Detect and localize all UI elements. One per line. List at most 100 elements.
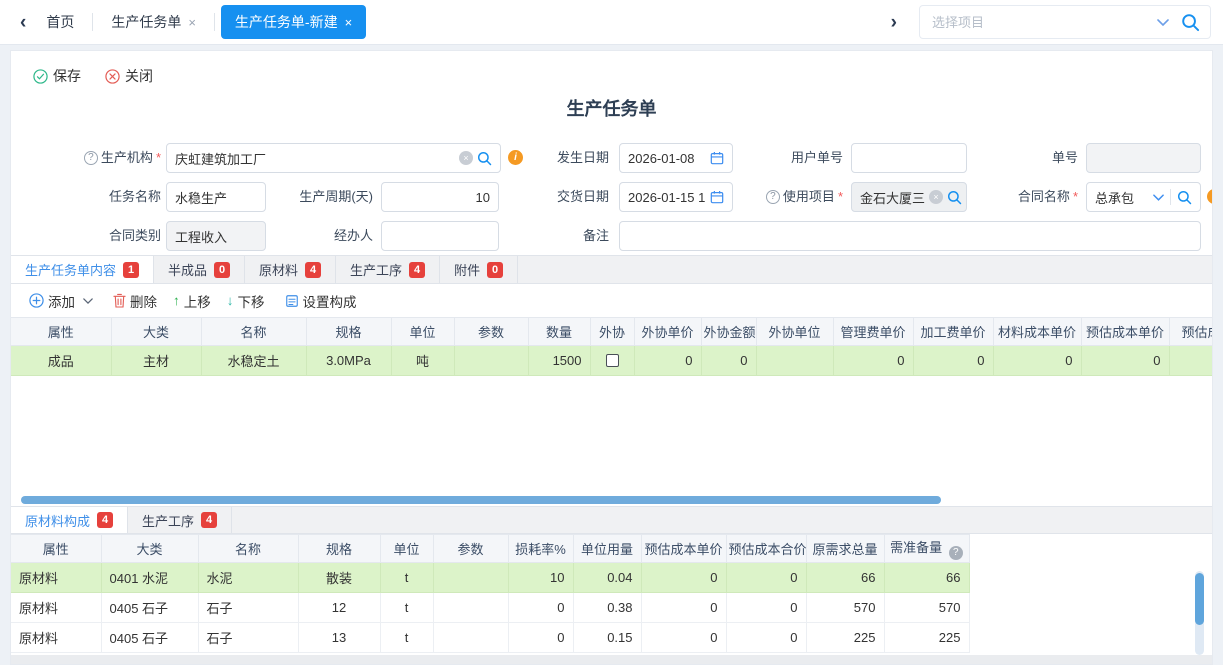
header-row: 属性 大类 名称 规格 单位 参数 数量 外协 外协单价 外协金额 外协单位 管… bbox=[11, 318, 1213, 346]
chevron-down-icon[interactable] bbox=[83, 298, 93, 304]
org-input[interactable] bbox=[175, 151, 455, 166]
task-name-field[interactable] bbox=[166, 182, 266, 212]
chevron-down-icon[interactable] bbox=[1157, 19, 1169, 26]
tab-task-content[interactable]: 生产任务单内容 1 bbox=[11, 256, 154, 283]
tab-production-task-new[interactable]: 生产任务单-新建 × bbox=[221, 5, 366, 39]
contract-name-field[interactable]: 总承包 bbox=[1086, 182, 1201, 212]
cell: 0 bbox=[641, 593, 726, 623]
col-header[interactable]: 外协 bbox=[590, 318, 634, 346]
cell: 225 bbox=[806, 623, 884, 653]
col-header[interactable]: 名称 bbox=[201, 318, 306, 346]
col-header[interactable]: 属性 bbox=[11, 535, 101, 563]
col-header[interactable]: 参数 bbox=[433, 535, 508, 563]
col-header[interactable]: 材料成本单价 bbox=[993, 318, 1081, 346]
help-icon[interactable]: ? bbox=[766, 190, 780, 204]
issue-date-input[interactable] bbox=[628, 151, 706, 166]
chevron-down-icon[interactable] bbox=[1153, 194, 1164, 201]
col-header[interactable]: 外协单价 bbox=[634, 318, 701, 346]
count-badge: 4 bbox=[305, 262, 321, 278]
tab-production-processes[interactable]: 生产工序 4 bbox=[128, 507, 232, 533]
tab-home[interactable]: 首页 bbox=[34, 5, 86, 39]
user-no-input[interactable] bbox=[860, 151, 958, 166]
outsource-checkbox[interactable] bbox=[606, 354, 619, 367]
col-header[interactable]: 损耗率% bbox=[508, 535, 573, 563]
handler-field[interactable] bbox=[381, 221, 499, 251]
project-select[interactable] bbox=[919, 5, 1211, 39]
page-title: 生产任务单 bbox=[11, 93, 1212, 125]
handler-input[interactable] bbox=[390, 229, 490, 244]
clear-icon[interactable]: × bbox=[929, 190, 943, 204]
col-header[interactable]: 预估成本单价 bbox=[1081, 318, 1169, 346]
table-row[interactable]: 原材料 0405 石子 石子 13 t 0 0.15 0 0 225 225 bbox=[11, 623, 969, 653]
close-icon[interactable]: × bbox=[345, 15, 353, 30]
tab-semi-finished[interactable]: 半成品 0 bbox=[154, 256, 245, 283]
clear-icon[interactable]: × bbox=[459, 151, 473, 165]
info-icon[interactable]: i bbox=[1207, 189, 1213, 204]
bottom-scrollbar-track[interactable] bbox=[11, 655, 1212, 664]
move-up-button[interactable]: ↑ 上移 bbox=[173, 291, 211, 311]
table-row[interactable]: 原材料 0401 水泥 水泥 散装 t 10 0.04 0 0 66 66 bbox=[11, 563, 969, 593]
col-header[interactable]: 加工费单价 bbox=[913, 318, 993, 346]
close-icon[interactable]: × bbox=[188, 15, 196, 30]
cycle-field[interactable] bbox=[381, 182, 499, 212]
save-button[interactable]: 保存 bbox=[29, 66, 81, 86]
col-header[interactable]: 规格 bbox=[306, 318, 391, 346]
search-icon[interactable] bbox=[477, 151, 492, 166]
tab-attachments[interactable]: 附件 0 bbox=[440, 256, 518, 283]
tabs-scroll-left-icon[interactable]: ‹ bbox=[12, 13, 34, 32]
col-header[interactable]: 属性 bbox=[11, 318, 111, 346]
cell: 0 bbox=[641, 623, 726, 653]
col-header[interactable]: 规格 bbox=[298, 535, 380, 563]
tab-raw-material-composition[interactable]: 原材料构成 4 bbox=[11, 507, 128, 533]
issue-date-field[interactable] bbox=[619, 143, 733, 173]
move-down-button[interactable]: ↓ 下移 bbox=[227, 291, 265, 311]
col-header[interactable]: 名称 bbox=[198, 535, 298, 563]
remark-field[interactable] bbox=[619, 221, 1201, 251]
tab-production-task[interactable]: 生产任务单 × bbox=[99, 5, 208, 39]
col-header[interactable]: 预估成本单价 bbox=[641, 535, 726, 563]
col-header[interactable]: 需准备量 ? bbox=[884, 535, 969, 563]
task-name-input[interactable] bbox=[175, 190, 257, 205]
help-icon[interactable]: ? bbox=[84, 151, 98, 165]
horizontal-scrollbar-thumb[interactable] bbox=[21, 496, 941, 504]
cell: 主材 bbox=[111, 346, 201, 376]
org-field[interactable]: × bbox=[166, 143, 501, 173]
col-header[interactable]: 大类 bbox=[111, 318, 201, 346]
col-header[interactable]: 预估成本合 bbox=[1169, 318, 1213, 346]
delete-button[interactable]: 删除 bbox=[109, 291, 157, 311]
search-icon[interactable] bbox=[947, 190, 962, 205]
cell bbox=[433, 593, 508, 623]
vertical-scrollbar-thumb[interactable] bbox=[1195, 573, 1204, 625]
cycle-input[interactable] bbox=[390, 190, 490, 205]
tabs-scroll-right-icon[interactable]: › bbox=[883, 13, 905, 32]
col-header[interactable]: 预估成本合价 bbox=[726, 535, 806, 563]
add-button[interactable]: 添加 bbox=[25, 291, 93, 311]
search-icon[interactable] bbox=[1181, 13, 1200, 32]
col-header[interactable]: 原需求总量 bbox=[806, 535, 884, 563]
col-header[interactable]: 单位 bbox=[380, 535, 433, 563]
col-header[interactable]: 数量 bbox=[528, 318, 590, 346]
col-header[interactable]: 大类 bbox=[101, 535, 198, 563]
search-icon[interactable] bbox=[1177, 190, 1192, 205]
remark-input[interactable] bbox=[628, 229, 1192, 244]
cell: 0 bbox=[701, 346, 756, 376]
set-composition-button[interactable]: 设置构成 bbox=[281, 291, 357, 311]
tab-raw-materials[interactable]: 原材料 4 bbox=[245, 256, 336, 283]
bottom-tabs: 原材料构成 4 生产工序 4 bbox=[11, 506, 1212, 534]
user-no-field[interactable] bbox=[851, 143, 967, 173]
col-header[interactable]: 管理费单价 bbox=[833, 318, 913, 346]
calendar-icon[interactable] bbox=[710, 151, 724, 165]
col-header[interactable]: 单位 bbox=[391, 318, 454, 346]
table-row[interactable]: 成品 主材 水稳定土 3.0MPa 吨 1500 0 0 0 0 0 0 bbox=[11, 346, 1213, 376]
table-row[interactable]: 原材料 0405 石子 石子 12 t 0 0.38 0 0 570 570 bbox=[11, 593, 969, 623]
close-button[interactable]: 关闭 bbox=[101, 66, 153, 86]
delivery-date-input[interactable] bbox=[628, 190, 706, 205]
col-header[interactable]: 外协金额 bbox=[701, 318, 756, 346]
tab-processes[interactable]: 生产工序 4 bbox=[336, 256, 440, 283]
project-select-input[interactable] bbox=[930, 14, 1145, 31]
help-icon[interactable]: ? bbox=[949, 546, 963, 560]
col-header[interactable]: 参数 bbox=[454, 318, 528, 346]
project-field[interactable]: 金石大厦三 × bbox=[851, 182, 967, 212]
col-header[interactable]: 外协单位 bbox=[756, 318, 833, 346]
col-header[interactable]: 单位用量 bbox=[573, 535, 641, 563]
